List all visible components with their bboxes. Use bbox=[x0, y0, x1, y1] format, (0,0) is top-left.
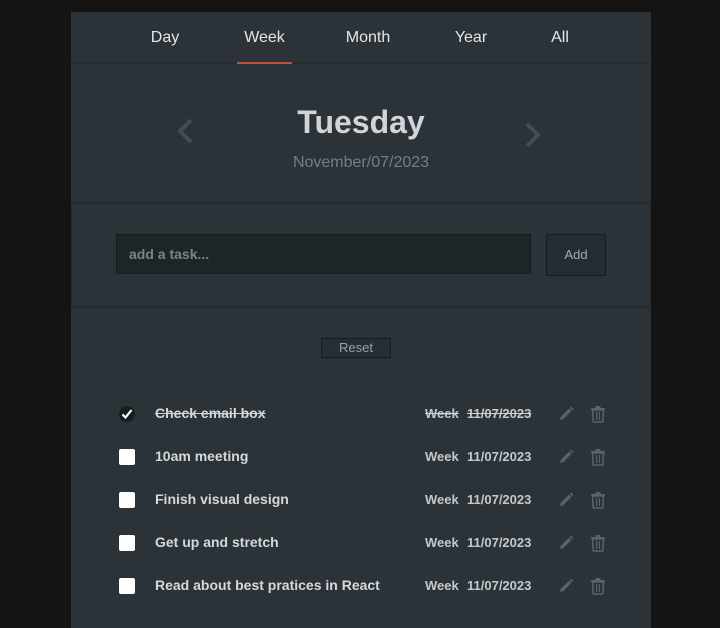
task-name: Check email box bbox=[155, 405, 266, 421]
reset-button[interactable]: Reset bbox=[321, 338, 391, 358]
task-row: Finish visual design Week 11/07/2023 bbox=[71, 485, 651, 515]
task-date: 11/07/2023 bbox=[467, 578, 532, 593]
trash-icon[interactable] bbox=[590, 448, 606, 471]
trash-icon[interactable] bbox=[590, 534, 606, 557]
task-period: Week bbox=[425, 449, 459, 464]
task-date: 11/07/2023 bbox=[467, 449, 532, 464]
tab-week[interactable]: Week bbox=[237, 12, 292, 64]
task-row: Get up and stretch Week 11/07/2023 bbox=[71, 528, 651, 558]
tab-all[interactable]: All bbox=[541, 12, 579, 62]
task-name: 10am meeting bbox=[155, 448, 249, 464]
task-checkbox[interactable] bbox=[119, 449, 135, 465]
task-checkbox[interactable] bbox=[119, 492, 135, 508]
task-row: 10am meeting Week 11/07/2023 bbox=[71, 442, 651, 472]
todo-app: Day Week Month Year All Tuesday November… bbox=[71, 12, 651, 628]
pencil-icon[interactable] bbox=[557, 577, 575, 600]
task-date: 11/07/2023 bbox=[467, 492, 532, 507]
trash-icon[interactable] bbox=[590, 577, 606, 600]
task-row: Check email box Week 11/07/2023 bbox=[71, 399, 651, 429]
task-row: Read about best pratices in React Week 1… bbox=[71, 571, 651, 601]
date-header: Tuesday November/07/2023 bbox=[71, 64, 651, 202]
tab-year[interactable]: Year bbox=[443, 12, 499, 62]
task-period: Week bbox=[425, 406, 459, 421]
task-date: 11/07/2023 bbox=[467, 406, 532, 421]
day-title: Tuesday bbox=[297, 104, 425, 140]
task-period: Week bbox=[425, 578, 459, 593]
task-checkbox[interactable] bbox=[119, 406, 135, 422]
current-date: November/07/2023 bbox=[292, 154, 430, 171]
checkmark-icon bbox=[121, 409, 133, 420]
add-task-panel: Add bbox=[71, 202, 651, 308]
tab-day[interactable]: Day bbox=[137, 12, 193, 62]
pencil-icon[interactable] bbox=[557, 534, 575, 557]
task-name: Get up and stretch bbox=[155, 534, 279, 550]
add-button[interactable]: Add bbox=[546, 234, 606, 276]
pencil-icon[interactable] bbox=[557, 405, 575, 428]
trash-icon[interactable] bbox=[590, 491, 606, 514]
period-tabs: Day Week Month Year All bbox=[71, 12, 651, 64]
task-date: 11/07/2023 bbox=[467, 535, 532, 550]
task-name: Read about best pratices in React bbox=[155, 577, 380, 593]
task-period: Week bbox=[425, 535, 459, 550]
task-name: Finish visual design bbox=[155, 491, 289, 507]
pencil-icon[interactable] bbox=[557, 448, 575, 471]
task-checkbox[interactable] bbox=[119, 578, 135, 594]
task-period: Week bbox=[425, 492, 459, 507]
task-checkbox[interactable] bbox=[119, 535, 135, 551]
pencil-icon[interactable] bbox=[557, 491, 575, 514]
tab-month[interactable]: Month bbox=[338, 12, 398, 62]
task-input[interactable] bbox=[116, 234, 531, 274]
trash-icon[interactable] bbox=[590, 405, 606, 428]
